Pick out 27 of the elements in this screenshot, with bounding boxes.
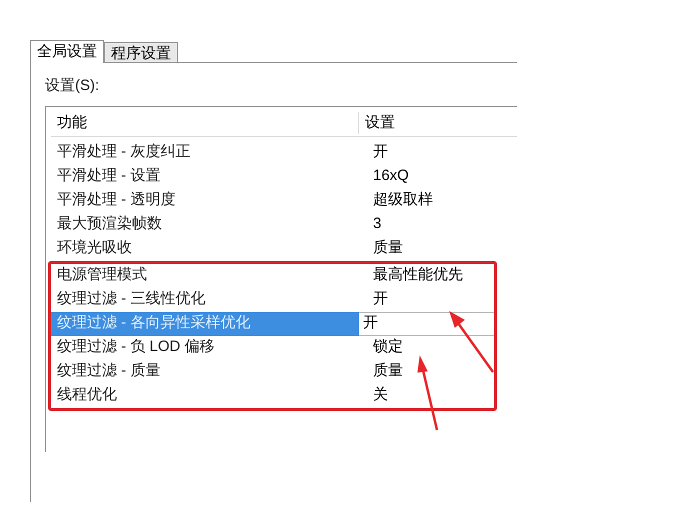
column-header[interactable]: 设置 [359, 112, 395, 134]
table-cell[interactable]: 最大预渲染帧数 [51, 212, 359, 236]
table-cell-text: 超级取样 [372, 190, 434, 210]
table-cell[interactable]: 电源管理模式 [51, 264, 359, 288]
table-cell[interactable]: 纹理过滤 - 三线性优化 [51, 288, 359, 312]
arrow [449, 310, 494, 373]
table-cell[interactable]: 线程优化 [51, 384, 359, 408]
table-cell[interactable]: 平滑处理 - 设置 [51, 164, 359, 188]
settings-label: 设置(S): [45, 76, 100, 96]
table-cell-text: 关 [372, 385, 389, 406]
table-cell-text: 3 [372, 214, 382, 234]
table-cell[interactable]: 平滑处理 - 灰度纠正 [51, 140, 359, 164]
table-cell-text: 最高性能优先 [372, 265, 464, 286]
table-cell[interactable]: 纹理过滤 - 质量 [51, 360, 359, 384]
tab[interactable]: 全局设置 [30, 40, 104, 63]
table-cell-text: 开 [372, 142, 389, 162]
table-cell-text: 开 [372, 289, 389, 310]
setting-field[interactable]: 开 [359, 312, 494, 336]
table-cell[interactable]: 平滑处理 - 透明度 [51, 188, 359, 212]
table-cell-text: 16xQ [372, 166, 410, 186]
tab[interactable]: 程序设置 [104, 42, 178, 62]
table-cell[interactable]: 环境光吸收 [51, 236, 359, 260]
table-cell-text: 质量 [372, 238, 404, 258]
table-cell-text: 锁定 [372, 337, 404, 358]
table-cell-text: 质量 [372, 361, 404, 382]
table-cell[interactable]: 纹理过滤 - 负 LOD 偏移 [51, 336, 359, 360]
column-header[interactable]: 功能 [51, 112, 359, 134]
